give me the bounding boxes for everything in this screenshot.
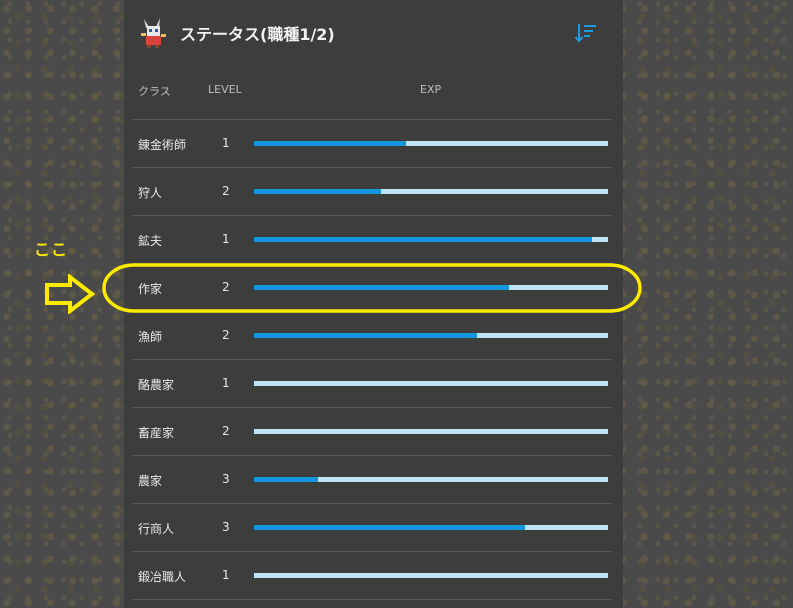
class-level: 2	[222, 280, 230, 294]
character-sprite-icon	[141, 18, 166, 48]
class-name: 行商人	[138, 522, 175, 536]
class-name: 作家	[138, 282, 163, 296]
exp-progress-fill	[254, 237, 593, 242]
exp-progress-fill	[254, 141, 407, 146]
exp-progress-bar	[254, 477, 608, 482]
exp-progress-fill	[254, 525, 525, 530]
exp-progress-bar	[254, 429, 608, 434]
column-header-class: クラス	[138, 85, 171, 98]
exp-progress-bar	[254, 141, 608, 146]
class-level: 2	[222, 184, 230, 198]
class-name: 鉱夫	[138, 234, 163, 248]
page-title: ステータス(職種1/2)	[180, 25, 335, 44]
exp-progress-bar	[254, 189, 608, 194]
column-header-exp: EXP	[420, 83, 442, 96]
class-level: 2	[222, 328, 230, 342]
class-name: 錬金術師	[138, 138, 187, 152]
column-headers: クラス LEVEL EXP	[124, 80, 623, 102]
exp-progress-bar	[254, 573, 608, 578]
annotation-label: ここ	[34, 240, 69, 259]
class-level: 1	[222, 136, 230, 150]
list-item[interactable]: 鍛冶職人 1	[133, 552, 612, 600]
column-header-level: LEVEL	[208, 83, 242, 96]
list-item[interactable]: 鉱夫 1	[133, 216, 612, 264]
class-level: 2	[222, 424, 230, 438]
list-item[interactable]: 錬金術師 1	[133, 120, 612, 168]
exp-progress-fill	[254, 477, 318, 482]
list-item[interactable]: 畜産家 2	[133, 408, 612, 456]
exp-progress-bar	[254, 237, 608, 242]
exp-progress-bar	[254, 285, 608, 290]
list-item[interactable]: 作家 2	[133, 264, 612, 312]
list-item[interactable]: 狩人 2	[133, 168, 612, 216]
class-name: 畜産家	[138, 426, 175, 440]
class-level: 1	[222, 376, 230, 390]
class-level: 1	[222, 232, 230, 246]
class-name: 鍛冶職人	[138, 570, 187, 584]
class-list: 錬金術師 1 狩人 2 鉱夫 1 作家 2 漁師 2 酪農家 1 畜産家 2 農家 3 行商人 3 鍛冶職人 1	[124, 120, 623, 600]
class-name: 狩人	[138, 186, 163, 200]
class-name: 漁師	[138, 330, 163, 344]
arrow-right-icon	[45, 274, 96, 314]
list-item[interactable]: 漁師 2	[133, 312, 612, 360]
list-item[interactable]: 農家 3	[133, 456, 612, 504]
list-item[interactable]: 行商人 3	[133, 504, 612, 552]
class-level: 3	[222, 520, 230, 534]
class-level: 3	[222, 472, 230, 486]
class-level: 1	[222, 568, 230, 582]
panel-header: ステータス(職種1/2)	[124, 0, 623, 64]
exp-progress-fill	[254, 333, 478, 338]
list-item[interactable]: 酪農家 1	[133, 360, 612, 408]
exp-progress-bar	[254, 525, 608, 530]
status-panel: ステータス(職種1/2) クラス LEVEL EXP 錬金術師 1 狩人 2 鉱夫 1 作家…	[124, 0, 623, 608]
class-name: 農家	[138, 474, 163, 488]
sort-descending-icon[interactable]	[574, 20, 600, 46]
class-name: 酪農家	[138, 378, 175, 392]
exp-progress-fill	[254, 189, 382, 194]
exp-progress-bar	[254, 381, 608, 386]
exp-progress-bar	[254, 333, 608, 338]
exp-progress-fill	[254, 285, 509, 290]
